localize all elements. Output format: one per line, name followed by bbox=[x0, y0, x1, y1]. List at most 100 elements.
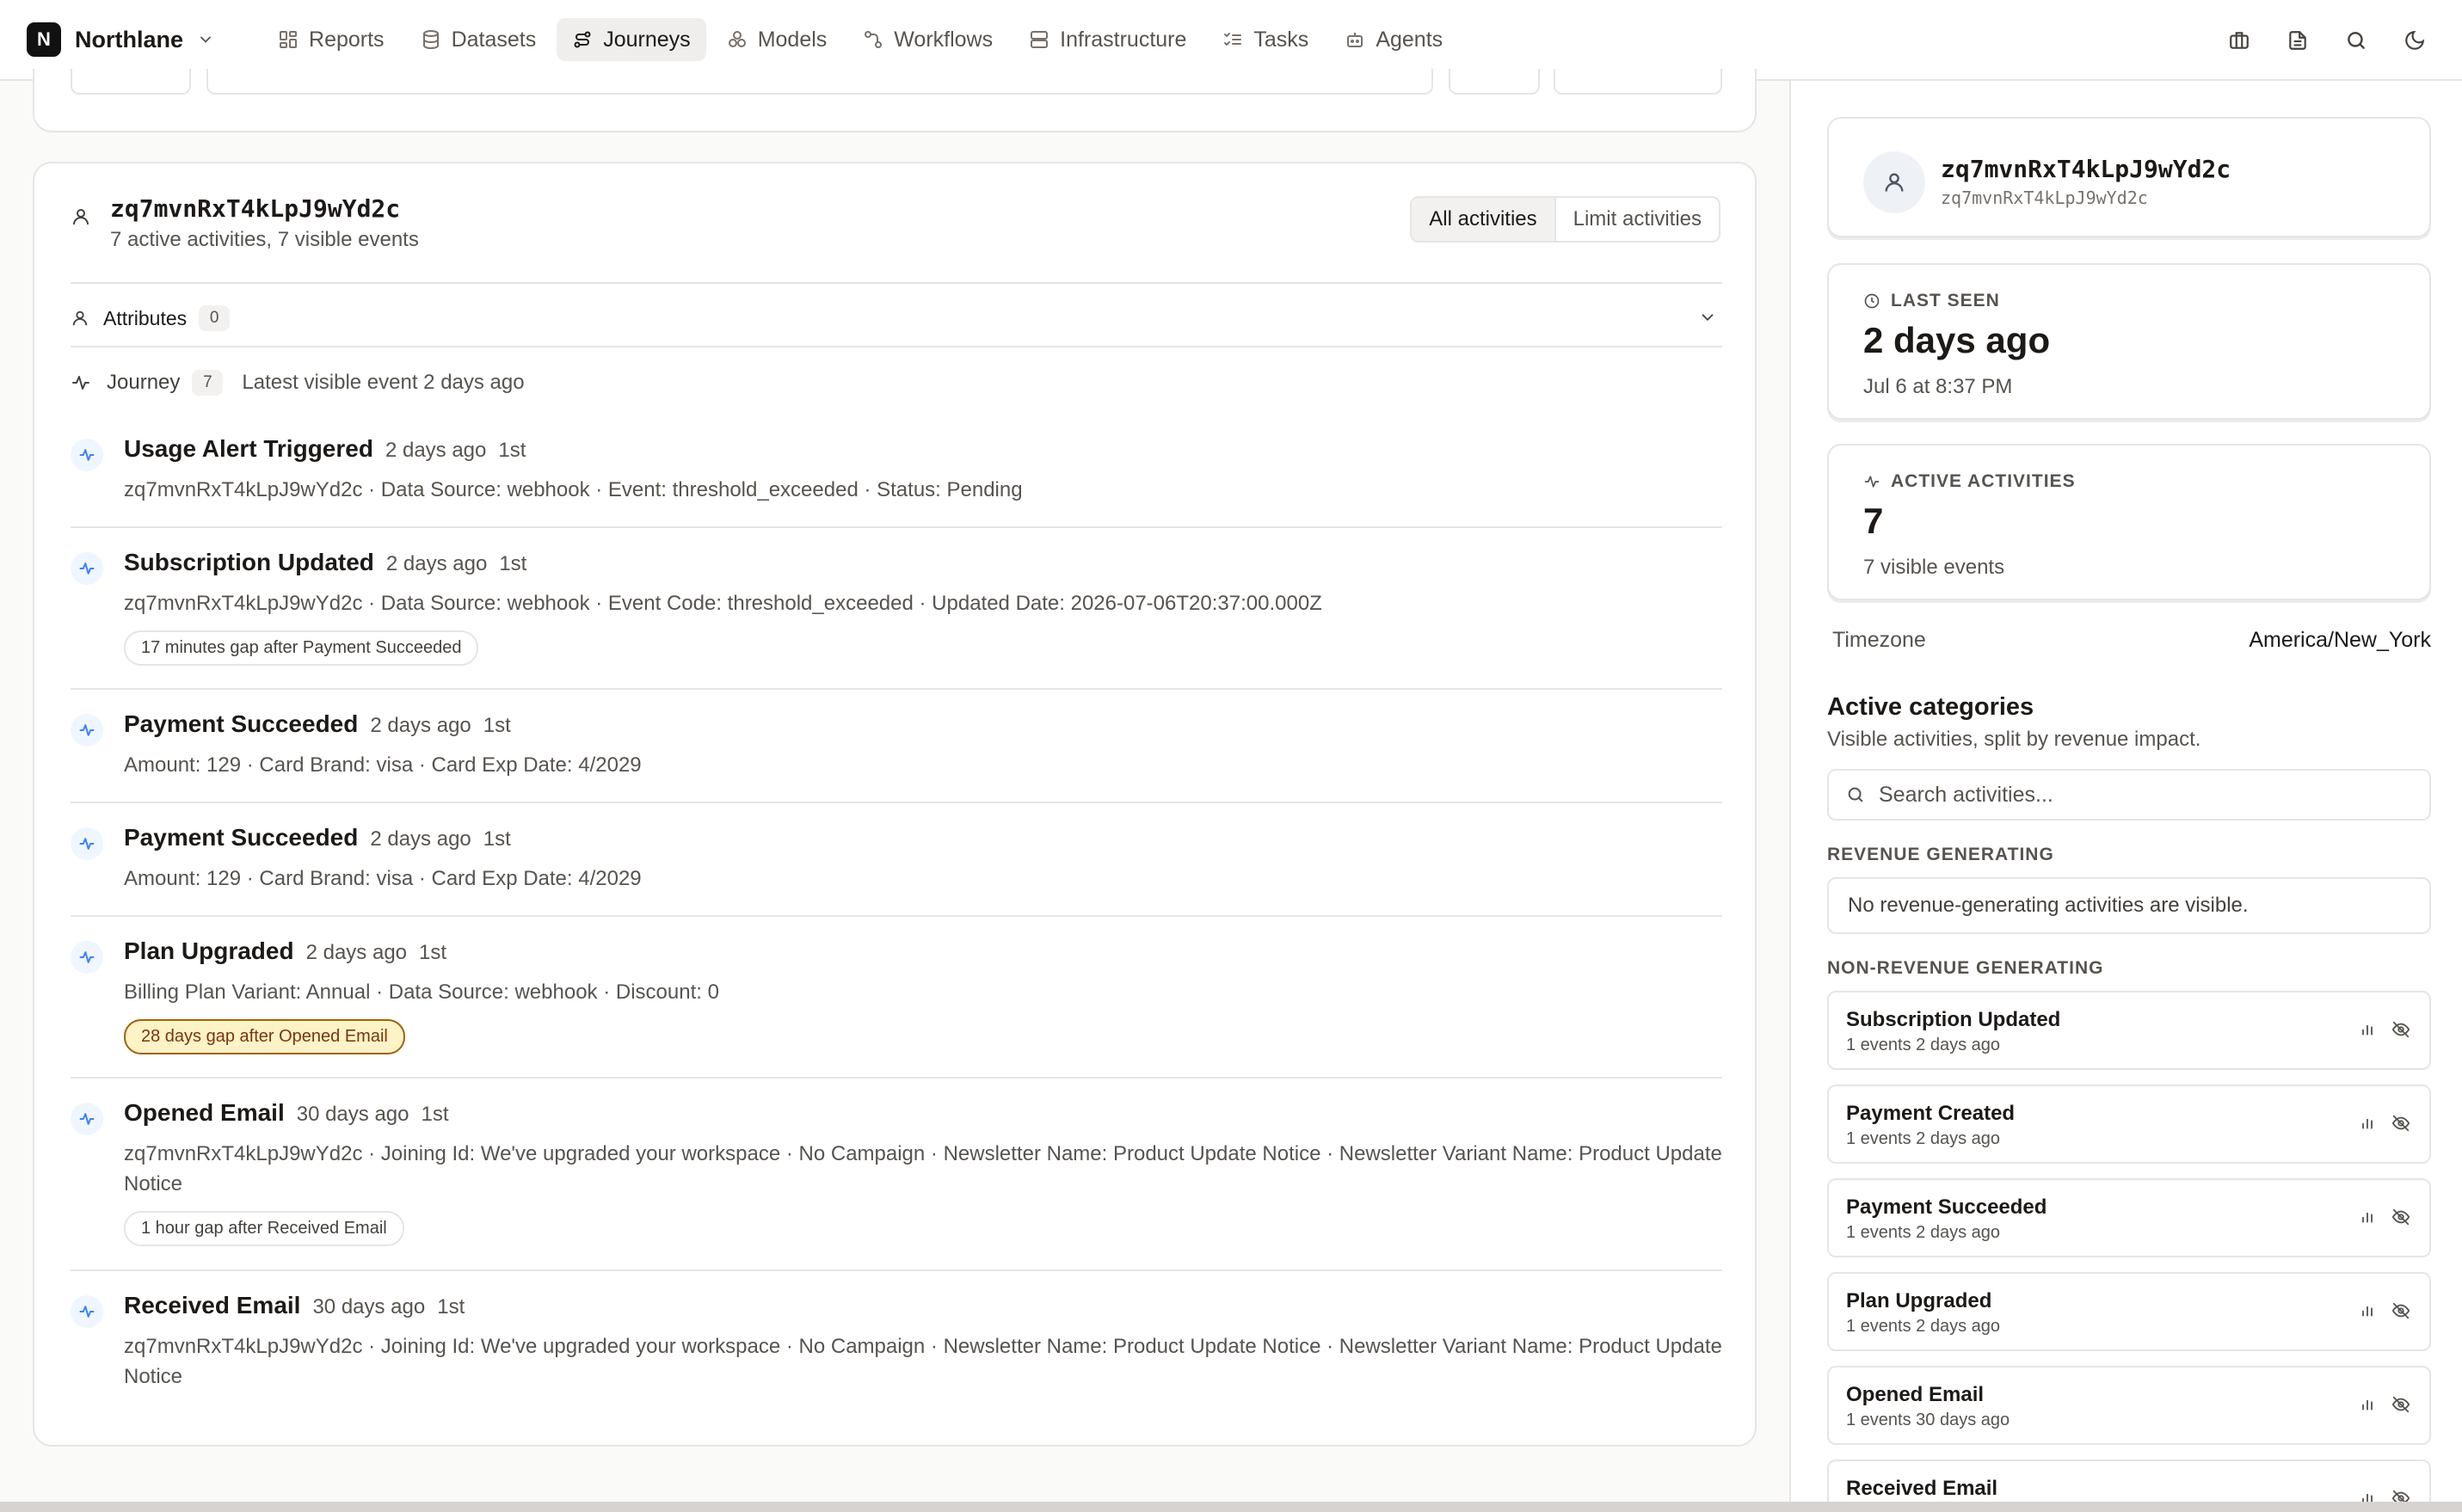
stat-label: ACTIVE ACTIVITIES bbox=[1891, 471, 2076, 491]
event-time: 30 days ago bbox=[312, 1295, 426, 1318]
event-detail: Amount: 129 · Card Brand: visa · Card Ex… bbox=[124, 867, 642, 890]
brand-logo: N bbox=[27, 22, 61, 57]
bar-chart-icon[interactable] bbox=[2359, 1395, 2376, 1414]
activity-icon bbox=[1863, 473, 1891, 490]
bar-chart-icon[interactable] bbox=[2359, 1301, 2376, 1320]
profile-id: zq7mvnRxT4kLpJ9wYd2c bbox=[1941, 155, 2231, 183]
journey-header: zq7mvnRxT4kLpJ9wYd2c 7 active activities… bbox=[71, 194, 419, 252]
active-activities-card: ACTIVE ACTIVITIES 7 7 visible events bbox=[1827, 444, 2431, 600]
event-time: 2 days ago bbox=[385, 552, 488, 575]
avatar bbox=[1863, 151, 1925, 213]
nav-datasets[interactable]: Datasets bbox=[405, 18, 552, 61]
journey-count-badge: 7 bbox=[192, 370, 224, 396]
user-id-title: zq7mvnRxT4kLpJ9wYd2c bbox=[110, 194, 401, 223]
nav-infrastructure[interactable]: Infrastructure bbox=[1013, 18, 1202, 61]
event-title: Usage Alert Triggered bbox=[124, 435, 373, 462]
timezone-label: Timezone bbox=[1832, 628, 1926, 652]
eye-off-icon[interactable] bbox=[2391, 1020, 2410, 1039]
nav-reports[interactable]: Reports bbox=[262, 18, 400, 61]
bar-chart-icon[interactable] bbox=[2359, 1208, 2376, 1226]
category-meta: 1 events 2 days ago bbox=[1846, 1129, 2001, 1148]
stat-label: LAST SEEN bbox=[1891, 291, 2000, 310]
activity-icon bbox=[71, 439, 103, 471]
event-time: 2 days ago bbox=[370, 827, 471, 851]
search-input[interactable] bbox=[1879, 782, 2412, 808]
event-ordinal: 1st bbox=[483, 714, 511, 737]
nav-journeys[interactable]: Journeys bbox=[557, 18, 706, 61]
event-detail: zq7mvnRxT4kLpJ9wYd2c · Data Source: webh… bbox=[124, 592, 1322, 615]
event-title: Payment Succeeded bbox=[124, 710, 359, 737]
nav-label: Agents bbox=[1376, 27, 1443, 52]
nav-agents[interactable]: Agents bbox=[1329, 18, 1458, 61]
event-detail: Amount: 129 · Card Brand: visa · Card Ex… bbox=[124, 753, 642, 777]
moon-icon[interactable] bbox=[2400, 26, 2429, 55]
previous-card-control bbox=[1449, 69, 1540, 95]
category-item[interactable]: Payment Created 1 events 2 days ago bbox=[1827, 1085, 2431, 1164]
category-name: Plan Upgraded bbox=[1846, 1289, 1992, 1312]
category-list: Subscription Updated 1 events 2 days ago… bbox=[1827, 991, 2431, 1512]
activity-icon bbox=[71, 714, 103, 747]
category-name: Payment Succeeded bbox=[1846, 1195, 2047, 1219]
bar-chart-icon[interactable] bbox=[2359, 1020, 2376, 1039]
event-title: Received Email bbox=[124, 1292, 301, 1318]
event-title: Subscription Updated bbox=[124, 549, 374, 575]
limit-activities-button[interactable]: Limit activities bbox=[1556, 198, 1719, 241]
divider bbox=[71, 1077, 1722, 1079]
event-detail: zq7mvnRxT4kLpJ9wYd2c · Data Source: webh… bbox=[124, 478, 1023, 501]
attributes-count-badge: 0 bbox=[199, 305, 231, 331]
nav-label: Reports bbox=[309, 27, 385, 52]
workspace-switcher[interactable]: N Northlane bbox=[27, 22, 214, 57]
category-meta: 1 events 2 days ago bbox=[1846, 1223, 2001, 1242]
category-name: Opened Email bbox=[1846, 1383, 1985, 1406]
last-seen-timestamp: Jul 6 at 8:37 PM bbox=[1863, 375, 2013, 398]
category-item[interactable]: Payment Succeeded 1 events 2 days ago bbox=[1827, 1178, 2431, 1257]
document-icon[interactable] bbox=[2283, 26, 2312, 55]
divider bbox=[71, 688, 1722, 690]
event-detail: Billing Plan Variant: Annual · Data Sour… bbox=[124, 980, 719, 1004]
clock-icon bbox=[1863, 292, 1891, 310]
attributes-toggle[interactable]: Attributes 0 bbox=[71, 301, 1722, 335]
event-detail: zq7mvnRxT4kLpJ9wYd2c · Joining Id: We've… bbox=[124, 1142, 1722, 1195]
revenue-empty-state: No revenue-generating activities are vis… bbox=[1827, 877, 2431, 934]
nav-tasks[interactable]: Tasks bbox=[1207, 18, 1324, 61]
bot-icon bbox=[1345, 29, 1376, 50]
category-item[interactable]: Subscription Updated 1 events 2 days ago bbox=[1827, 991, 2431, 1070]
event-title: Payment Succeeded bbox=[124, 824, 359, 851]
user-summary: 7 active activities, 7 visible events bbox=[110, 228, 419, 251]
category-meta: 1 events 2 days ago bbox=[1846, 1036, 2001, 1054]
previous-card-control bbox=[1554, 69, 1722, 95]
main-nav: Reports Datasets Journeys Models Workflo… bbox=[262, 18, 1463, 61]
eye-off-icon[interactable] bbox=[2391, 1208, 2410, 1226]
search-icon[interactable] bbox=[2342, 26, 2371, 55]
nav-workflows[interactable]: Workflows bbox=[847, 18, 1008, 61]
route-icon bbox=[572, 29, 603, 50]
database-icon bbox=[421, 29, 452, 50]
chevron-down-icon bbox=[1698, 308, 1717, 327]
all-activities-button[interactable]: All activities bbox=[1412, 198, 1556, 241]
user-icon bbox=[71, 309, 89, 328]
event-ordinal: 1st bbox=[437, 1295, 465, 1318]
nav-label: Models bbox=[757, 27, 828, 52]
eye-off-icon[interactable] bbox=[2391, 1395, 2410, 1414]
category-item[interactable]: Opened Email 1 events 30 days ago bbox=[1827, 1366, 2431, 1445]
divider bbox=[71, 1269, 1722, 1271]
eye-off-icon[interactable] bbox=[2391, 1301, 2410, 1320]
event-time: 2 days ago bbox=[385, 439, 487, 462]
bar-chart-icon[interactable] bbox=[2359, 1114, 2376, 1133]
activity-search bbox=[1827, 769, 2431, 821]
journey-summary: Journey 7 Latest visible event 2 days ag… bbox=[71, 366, 525, 400]
briefcase-icon[interactable] bbox=[2225, 26, 2254, 55]
previous-card-bottom bbox=[33, 69, 1757, 132]
event-ordinal: 1st bbox=[499, 552, 527, 575]
journey-card: zq7mvnRxT4kLpJ9wYd2c 7 active activities… bbox=[33, 162, 1757, 1447]
gap-pill: 1 hour gap after Received Email bbox=[124, 1211, 404, 1246]
list-checks-icon bbox=[1222, 29, 1253, 50]
previous-card-control bbox=[71, 69, 191, 95]
eye-off-icon[interactable] bbox=[2391, 1114, 2410, 1133]
event-ordinal: 1st bbox=[419, 941, 447, 964]
workflow-icon bbox=[863, 29, 894, 50]
nav-label: Datasets bbox=[451, 27, 537, 52]
timezone-value: America/New_York bbox=[2249, 628, 2431, 652]
category-item[interactable]: Plan Upgraded 1 events 2 days ago bbox=[1827, 1272, 2431, 1351]
nav-models[interactable]: Models bbox=[711, 18, 843, 61]
